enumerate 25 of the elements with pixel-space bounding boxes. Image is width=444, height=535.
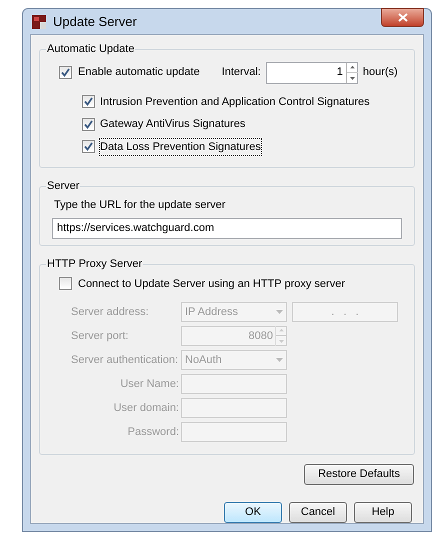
interval-value: 1 [336, 65, 344, 80]
restore-defaults-button[interactable]: Restore Defaults [304, 464, 414, 485]
checkbox-label: Data Loss Prevention Signatures [100, 138, 261, 155]
checkbox-label: Intrusion Prevention and Application Control Signatures [100, 94, 370, 110]
field-label: Password: [128, 424, 179, 440]
group-title: HTTP Proxy Server [46, 257, 144, 272]
interval-label: Interval: [222, 65, 261, 80]
checkbox-label: Gateway AntiVirus Signatures [100, 117, 246, 132]
interval-spinner[interactable]: 1 [266, 62, 358, 84]
group-title: Server [46, 179, 80, 194]
interval-unit: hour(s) [362, 65, 398, 80]
checkbox-label: Connect to Update Server using an HTTP proxy server [78, 276, 345, 292]
field-label: Server address: [71, 304, 149, 320]
checkbox-label: Enable automatic update [78, 65, 200, 80]
url-field[interactable]: https://services.watchguard.com [52, 218, 402, 239]
dialog-button[interactable]: Help [354, 502, 412, 523]
dialog-button[interactable]: Cancel [289, 502, 347, 523]
field-label: Server port: [71, 328, 128, 344]
field-label: User domain: [114, 400, 179, 416]
window-title: Update Server [53, 12, 137, 31]
instruction-text: Type the URL for the update server [54, 198, 226, 212]
field-label: User Name: [120, 376, 179, 392]
dialog-button[interactable]: OK [224, 502, 282, 523]
field-label: Server authentication: [71, 352, 178, 368]
group-title: Automatic Update [46, 42, 136, 57]
